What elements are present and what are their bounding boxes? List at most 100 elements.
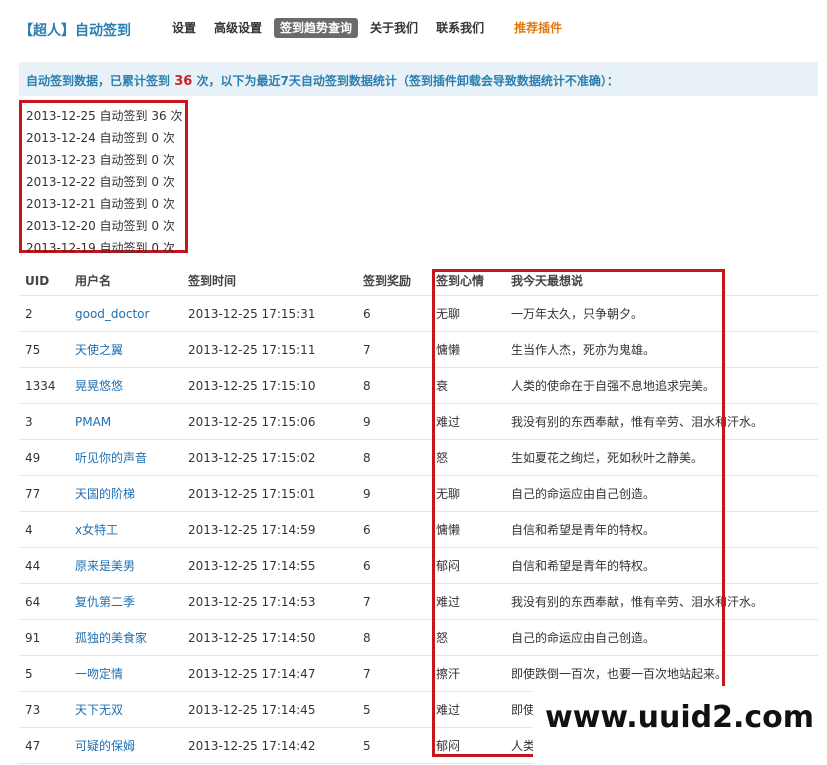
cell-uid: 5: [25, 667, 33, 681]
cell-mood: 无聊: [436, 487, 461, 501]
cell-mood: 难过: [436, 703, 461, 717]
header-mood: 签到心情: [436, 274, 485, 288]
cell-uid: 2: [25, 307, 33, 321]
header-user: 用户名: [75, 274, 112, 288]
cell-user[interactable]: 原来是美男: [75, 548, 135, 584]
cell-time: 2013-12-25 17:15:02: [188, 451, 316, 465]
cell-uid: 44: [25, 559, 41, 573]
cell-reward: 9: [363, 415, 371, 429]
table-row: 1334 晃晃悠悠 2013-12-25 17:15:10 8 衰 人类的使命在于自强不息…: [19, 368, 818, 404]
cell-mood: 衰: [436, 379, 449, 393]
stat-line: 2013-12-23 自动签到 0 次: [26, 153, 175, 167]
cell-time: 2013-12-25 17:14:47: [188, 667, 316, 681]
cell-time: 2013-12-25 17:14:50: [188, 631, 316, 645]
table-row: 2 good_doctor 2013-12-25 17:15:31 6 无聊 一万年太久，…: [19, 296, 818, 332]
cell-user[interactable]: 孤独的美食家: [75, 620, 147, 656]
cell-reward: 7: [363, 667, 371, 681]
cell-mood: 擦汗: [436, 667, 461, 681]
cell-uid: 75: [25, 343, 41, 357]
cell-mood: 怒: [436, 631, 449, 645]
nav-trend-query[interactable]: 签到趋势查询: [274, 18, 359, 38]
watermark-text: www.uuid2.com: [545, 700, 815, 735]
cell-user[interactable]: 一吻定情: [75, 656, 123, 692]
table-row: 49 听见你的声音 2013-12-25 17:15:02 8 怒 生如夏花之绚烂，死如秋…: [19, 440, 818, 476]
cell-time: 2013-12-25 17:14:59: [188, 523, 316, 537]
cell-user[interactable]: good_doctor: [75, 296, 149, 332]
brand-title: 【超人】自动签到: [19, 23, 131, 39]
cell-reward: 6: [363, 559, 371, 573]
cell-reward: 7: [363, 595, 371, 609]
cell-time: 2013-12-25 17:14:55: [188, 559, 316, 573]
table-row: 77 天国的阶梯 2013-12-25 17:15:01 9 无聊 自己的命运应由自己创造…: [19, 476, 818, 512]
cell-user[interactable]: 听见你的声音: [75, 440, 147, 476]
cell-reward: 9: [363, 487, 371, 501]
table-row: 64 复仇第二季 2013-12-25 17:14:53 7 难过 我没有别的东西奉献，惟…: [19, 584, 818, 620]
cell-uid: 77: [25, 487, 41, 501]
notice-text: 自动签到数据，已累计签到 36 次，以下为最近7天自动签到数据统计（签到插件卸载…: [26, 72, 619, 89]
header-time: 签到时间: [188, 274, 237, 288]
cell-time: 2013-12-25 17:15:11: [188, 343, 316, 357]
table-row: 91 孤独的美食家 2013-12-25 17:14:50 8 怒 自己的命运应由自己创造…: [19, 620, 818, 656]
cell-uid: 47: [25, 739, 41, 753]
nav-contact-us[interactable]: 联系我们: [430, 18, 490, 38]
cell-say: 即使: [511, 703, 536, 717]
cell-user[interactable]: x女特工: [75, 512, 118, 548]
cell-user[interactable]: 天国的阶梯: [75, 476, 135, 512]
stat-line: 2013-12-19 自动签到 0 次: [26, 241, 175, 255]
cell-time: 2013-12-25 17:15:06: [188, 415, 316, 429]
cell-time: 2013-12-25 17:14:45: [188, 703, 316, 717]
notice-bar: 自动签到数据，已累计签到 36 次，以下为最近7天自动签到数据统计（签到插件卸载…: [19, 62, 818, 96]
cell-reward: 5: [363, 739, 371, 753]
cell-say: 人类: [511, 739, 536, 753]
cell-mood: 难过: [436, 415, 461, 429]
cell-user[interactable]: 天下无双: [75, 692, 123, 728]
cell-mood: 慵懒: [436, 343, 461, 357]
cell-reward: 8: [363, 379, 371, 393]
stat-line: 2013-12-25 自动签到 36 次: [26, 109, 183, 123]
nav-settings[interactable]: 设置: [166, 18, 202, 38]
cell-user[interactable]: 可疑的保姆: [75, 728, 135, 764]
table-row: 4 x女特工 2013-12-25 17:14:59 6 慵懒 自信和希望是青年的特权。: [19, 512, 818, 548]
stat-line: 2013-12-21 自动签到 0 次: [26, 197, 175, 211]
cell-mood: 怒: [436, 451, 449, 465]
cell-say: 一万年太久，只争朝夕。: [511, 307, 644, 321]
stat-line: 2013-12-22 自动签到 0 次: [26, 175, 175, 189]
cell-uid: 64: [25, 595, 41, 609]
notice-suffix: 次，以下为最近7天自动签到数据统计（签到插件卸载会导致数据统计不准确）：: [196, 74, 619, 88]
cell-reward: 7: [363, 343, 371, 357]
header: 【超人】自动签到 设置 高级设置 签到趋势查询 关于我们 联系我们 推荐插件: [0, 0, 827, 56]
weekly-stats-box: 2013-12-25 自动签到 36 次 2013-12-24 自动签到 0 次…: [19, 100, 188, 255]
cell-say: 我没有别的东西奉献，惟有辛劳、泪水和汗水。: [511, 595, 764, 609]
table-header-row: UID 用户名 签到时间 签到奖励 签到心情 我今天最想说: [19, 266, 818, 296]
nav-about-us[interactable]: 关于我们: [364, 18, 424, 38]
cell-user[interactable]: 复仇第二季: [75, 584, 135, 620]
cell-user[interactable]: PMAM: [75, 404, 111, 440]
cell-time: 2013-12-25 17:15:31: [188, 307, 316, 321]
cell-mood: 无聊: [436, 307, 461, 321]
cell-user[interactable]: 天使之翼: [75, 332, 123, 368]
cell-mood: 郁闷: [436, 559, 461, 573]
cell-mood: 慵懒: [436, 523, 461, 537]
table-row: 75 天使之翼 2013-12-25 17:15:11 7 慵懒 生当作人杰，死亦为鬼雄。: [19, 332, 818, 368]
cell-uid: 91: [25, 631, 41, 645]
cell-uid: 1334: [25, 379, 56, 393]
cell-mood: 郁闷: [436, 739, 461, 753]
table-row: 44 原来是美男 2013-12-25 17:14:55 6 郁闷 自信和希望是青年的特权…: [19, 548, 818, 584]
header-say: 我今天最想说: [511, 274, 584, 288]
stat-line: 2013-12-20 自动签到 0 次: [26, 219, 175, 233]
header-uid: UID: [25, 274, 50, 288]
cell-uid: 49: [25, 451, 41, 465]
cell-say: 生当作人杰，死亦为鬼雄。: [511, 343, 656, 357]
cell-time: 2013-12-25 17:15:10: [188, 379, 316, 393]
cell-user[interactable]: 晃晃悠悠: [75, 368, 123, 404]
cell-mood: 难过: [436, 595, 461, 609]
nav-advanced-settings[interactable]: 高级设置: [208, 18, 268, 38]
cell-uid: 73: [25, 703, 41, 717]
cell-say: 生如夏花之绚烂，死如秋叶之静美。: [511, 451, 704, 465]
cell-reward: 8: [363, 451, 371, 465]
cell-say: 我没有别的东西奉献，惟有辛劳、泪水和汗水。: [511, 415, 764, 429]
cell-say: 自信和希望是青年的特权。: [511, 559, 656, 573]
stat-line: 2013-12-24 自动签到 0 次: [26, 131, 175, 145]
nav-recommend-plugins[interactable]: 推荐插件: [508, 18, 568, 38]
cell-say: 人类的使命在于自强不息地追求完美。: [511, 379, 716, 393]
